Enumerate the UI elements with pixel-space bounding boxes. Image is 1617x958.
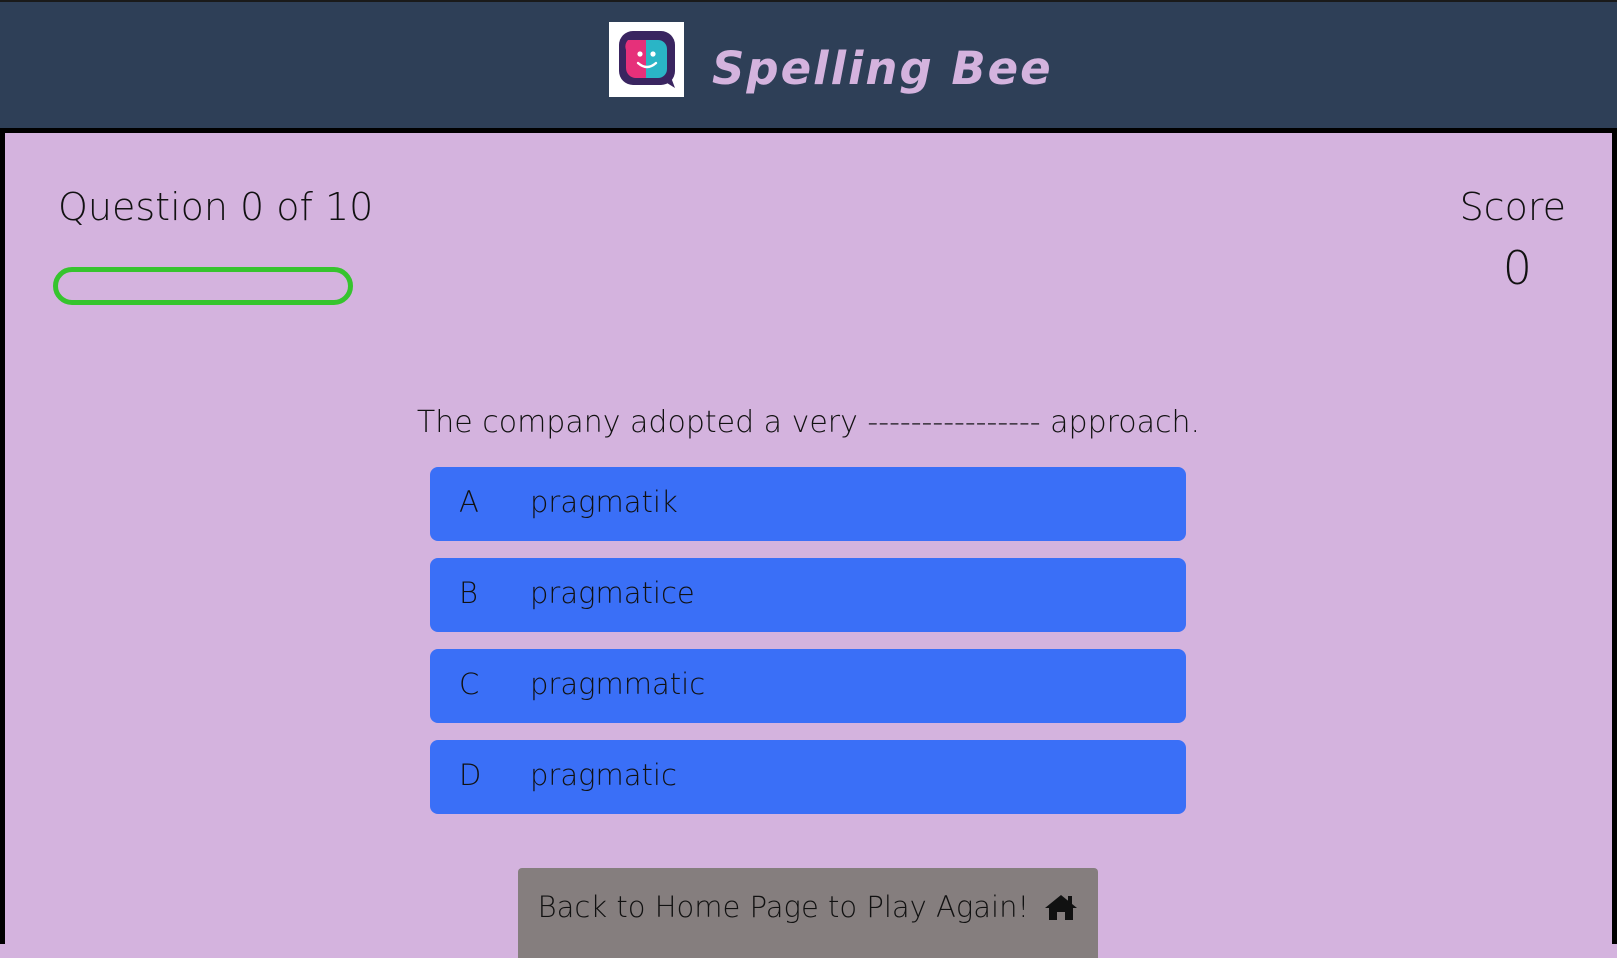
choice-text: pragmatic [530,758,677,792]
score-label: Score [1459,185,1566,229]
question-counter: Question 0 of 10 [58,185,374,229]
question-text: The company adopted a very -------------… [416,405,1201,440]
back-home-button[interactable]: Back to Home Page to Play Again! [518,868,1098,958]
choice-text: pragmatice [530,576,695,610]
choice-letter: D [459,758,482,792]
score-value: 0 [1502,241,1532,295]
choice-a-button[interactable]: A pragmatik [430,467,1186,541]
home-button-label: Back to Home Page to Play Again! [537,890,1030,924]
choice-text: pragmmatic [530,667,706,701]
choice-text: pragmatik [530,485,678,519]
choice-c-button[interactable]: C pragmmatic [430,649,1186,723]
site-title: Spelling Bee [712,42,1053,95]
quiz-panel: Question 0 of 10 Score 0 The company ado… [0,128,1617,958]
progress-bar [53,267,353,305]
home-icon [1044,893,1078,928]
choice-letter: B [459,576,478,610]
choice-b-button[interactable]: B pragmatice [430,558,1186,632]
choice-letter: A [459,485,479,519]
logo[interactable] [609,22,684,97]
choice-d-button[interactable]: D pragmatic [430,740,1186,814]
chat-face-icon [619,31,675,88]
site-header: Spelling Bee [0,0,1617,128]
choice-letter: C [459,667,480,701]
answer-choices: A pragmatik B pragmatice C pragmmatic D … [430,467,1186,831]
